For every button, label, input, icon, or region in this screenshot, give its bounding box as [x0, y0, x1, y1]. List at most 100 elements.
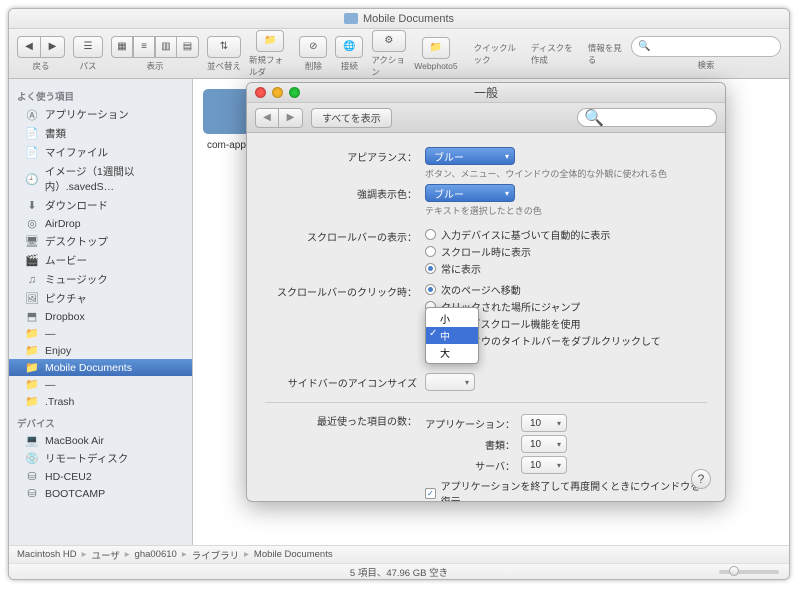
- dropbox-icon: ⬒: [25, 310, 39, 323]
- minimize-button[interactable]: [272, 87, 283, 98]
- recent-count-select[interactable]: 10: [521, 456, 567, 474]
- sidebar-item[interactable]: 📁.Trash: [9, 393, 192, 410]
- toolbar-label: 情報を見る: [588, 42, 623, 66]
- prefs-search-field[interactable]: 🔍: [577, 108, 717, 127]
- toolbar-label: 戻る: [32, 60, 49, 72]
- connect-button[interactable]: 🌐: [335, 36, 363, 58]
- sidebar-item[interactable]: ♫ミュージック: [9, 270, 192, 289]
- finder-titlebar[interactable]: Mobile Documents: [9, 9, 789, 29]
- toolbar-label: 削除: [305, 60, 322, 72]
- toolbar-label: Webphoto5: [414, 61, 457, 71]
- path-button[interactable]: ☰: [73, 36, 103, 58]
- sidebar-item[interactable]: 📁 Mobile Documents: [9, 359, 192, 376]
- appearance-select[interactable]: ブルー: [425, 147, 515, 165]
- sidebar-item-label: MacBook Air: [45, 435, 104, 447]
- toolbar-label: ディスクを作成: [531, 42, 580, 66]
- back-button[interactable]: ◀: [17, 36, 41, 58]
- forward-button[interactable]: ▶: [41, 36, 65, 58]
- doc-icon: 📄: [25, 127, 39, 140]
- sidebar-item[interactable]: 💿リモートディスク: [9, 449, 192, 468]
- sidebar-item[interactable]: 🖥デスクトップ: [9, 232, 192, 251]
- prefs-back-button[interactable]: ◀: [255, 108, 279, 128]
- recent-label: 最近使った項目の数：: [265, 411, 425, 502]
- path-segment[interactable]: gha00610: [135, 549, 177, 560]
- icon-size-slider[interactable]: [719, 570, 779, 574]
- zoom-button[interactable]: [289, 87, 300, 98]
- delete-button[interactable]: ⊘: [299, 36, 327, 58]
- path-bar[interactable]: Macintosh HD▸ ユーザ▸ gha00610▸ ライブラリ▸ Mobi…: [9, 545, 789, 563]
- pic-icon: 🖼: [25, 292, 39, 305]
- search-field[interactable]: 🔍: [631, 36, 781, 57]
- recent-count-select[interactable]: 10: [521, 414, 567, 432]
- sidebar-item[interactable]: ◎AirDrop: [9, 215, 192, 232]
- sidebar-item[interactable]: ⛁ HD-CEU2: [9, 468, 192, 485]
- sidebar-item[interactable]: ⬒Dropbox: [9, 308, 192, 325]
- mac-icon: 💻: [25, 434, 39, 447]
- sidebaricon-popup-menu[interactable]: 小中大: [425, 307, 479, 364]
- scrollshow-radio[interactable]: [425, 246, 436, 257]
- sidebaricon-select[interactable]: [425, 373, 475, 391]
- sidebar-item-label: ダウンロード: [45, 198, 108, 213]
- prefs-titlebar[interactable]: 一般: [247, 83, 725, 103]
- sidebar-item[interactable]: 📄書類: [9, 124, 192, 143]
- sidebar-item-label: —: [45, 328, 56, 340]
- new-folder-button[interactable]: 📁: [256, 30, 284, 52]
- scrollshow-radio[interactable]: [425, 229, 436, 240]
- sidebar-item[interactable]: 📁—: [9, 325, 192, 342]
- toolbar-label: 新規フォルダ: [249, 54, 291, 78]
- hd-icon: ⛁: [25, 487, 39, 500]
- radio-label: 入力デバイスに基づいて自動的に表示: [441, 227, 610, 242]
- app-icon: Ⓐ: [25, 108, 39, 121]
- toolbar-label: 表示: [146, 60, 163, 72]
- view-icon-button[interactable]: ▦: [111, 36, 133, 58]
- sidebar-item-label: イメージ（1週間以内）.savedS…: [45, 164, 184, 194]
- sidebar-item-label: BOOTCAMP: [45, 488, 105, 500]
- view-column-button[interactable]: ▥: [155, 36, 177, 58]
- sidebar-item[interactable]: 📄マイファイル: [9, 143, 192, 162]
- sidebar-item-label: —: [45, 379, 56, 391]
- folder-icon: 📁: [25, 361, 39, 374]
- popup-menu-item[interactable]: 小: [426, 310, 478, 327]
- recent-count-select[interactable]: 10: [521, 435, 567, 453]
- prefs-forward-button[interactable]: ▶: [279, 108, 303, 128]
- path-segment[interactable]: ユーザ: [91, 548, 119, 562]
- folder-icon: 📁: [25, 344, 39, 357]
- restore-windows-check[interactable]: [425, 488, 436, 499]
- path-segment[interactable]: Mobile Documents: [254, 549, 333, 560]
- show-all-button[interactable]: すべてを表示: [311, 108, 392, 128]
- scrollclick-radio[interactable]: [425, 284, 436, 295]
- recent-category-label: アプリケーション：: [425, 416, 515, 431]
- sidebar-item-label: Mobile Documents: [45, 362, 132, 374]
- sidebar-item[interactable]: 📁Enjoy: [9, 342, 192, 359]
- sidebar: よく使う項目 Ⓐアプリケーション📄書類📄マイファイル🕘イメージ（1週間以内）.s…: [9, 79, 193, 545]
- webphotos-button[interactable]: 📁: [422, 37, 450, 59]
- arrange-button[interactable]: ⇅: [207, 36, 241, 58]
- sidebar-item[interactable]: 🕘イメージ（1週間以内）.savedS…: [9, 162, 192, 196]
- sidebar-item[interactable]: 🖼ピクチャ: [9, 289, 192, 308]
- hd-icon: ⛁: [25, 470, 39, 483]
- search-icon: 🔍: [638, 41, 650, 52]
- popup-menu-item[interactable]: 大: [426, 344, 478, 361]
- close-button[interactable]: [255, 87, 266, 98]
- popup-menu-item[interactable]: 中: [426, 327, 478, 344]
- action-button[interactable]: ⚙: [372, 30, 406, 52]
- view-list-button[interactable]: ≡: [133, 36, 155, 58]
- sidebar-item[interactable]: 💻 MacBook Air: [9, 432, 192, 449]
- scrollshow-radio[interactable]: [425, 263, 436, 274]
- highlight-label: 強調表示色：: [265, 184, 425, 217]
- folder-icon: [344, 13, 358, 24]
- sidebar-item[interactable]: 🎬ムービー: [9, 251, 192, 270]
- sidebar-item[interactable]: ⛁ BOOTCAMP: [9, 485, 192, 502]
- sidebar-item[interactable]: Ⓐアプリケーション: [9, 105, 192, 124]
- view-coverflow-button[interactable]: ▤: [177, 36, 199, 58]
- path-segment[interactable]: ライブラリ: [192, 548, 240, 562]
- highlight-hint: テキストを選択したときの色: [425, 204, 707, 217]
- path-segment[interactable]: Macintosh HD: [17, 549, 77, 560]
- sidebar-item-label: HD-CEU2: [45, 471, 92, 483]
- window-title: Mobile Documents: [363, 13, 454, 25]
- sidebar-item[interactable]: 📁—: [9, 376, 192, 393]
- help-button[interactable]: ?: [691, 469, 711, 489]
- sidebar-item[interactable]: ⬇ ダウンロード: [9, 196, 192, 215]
- highlight-select[interactable]: ブルー: [425, 184, 515, 202]
- down-icon: ⬇: [25, 199, 39, 212]
